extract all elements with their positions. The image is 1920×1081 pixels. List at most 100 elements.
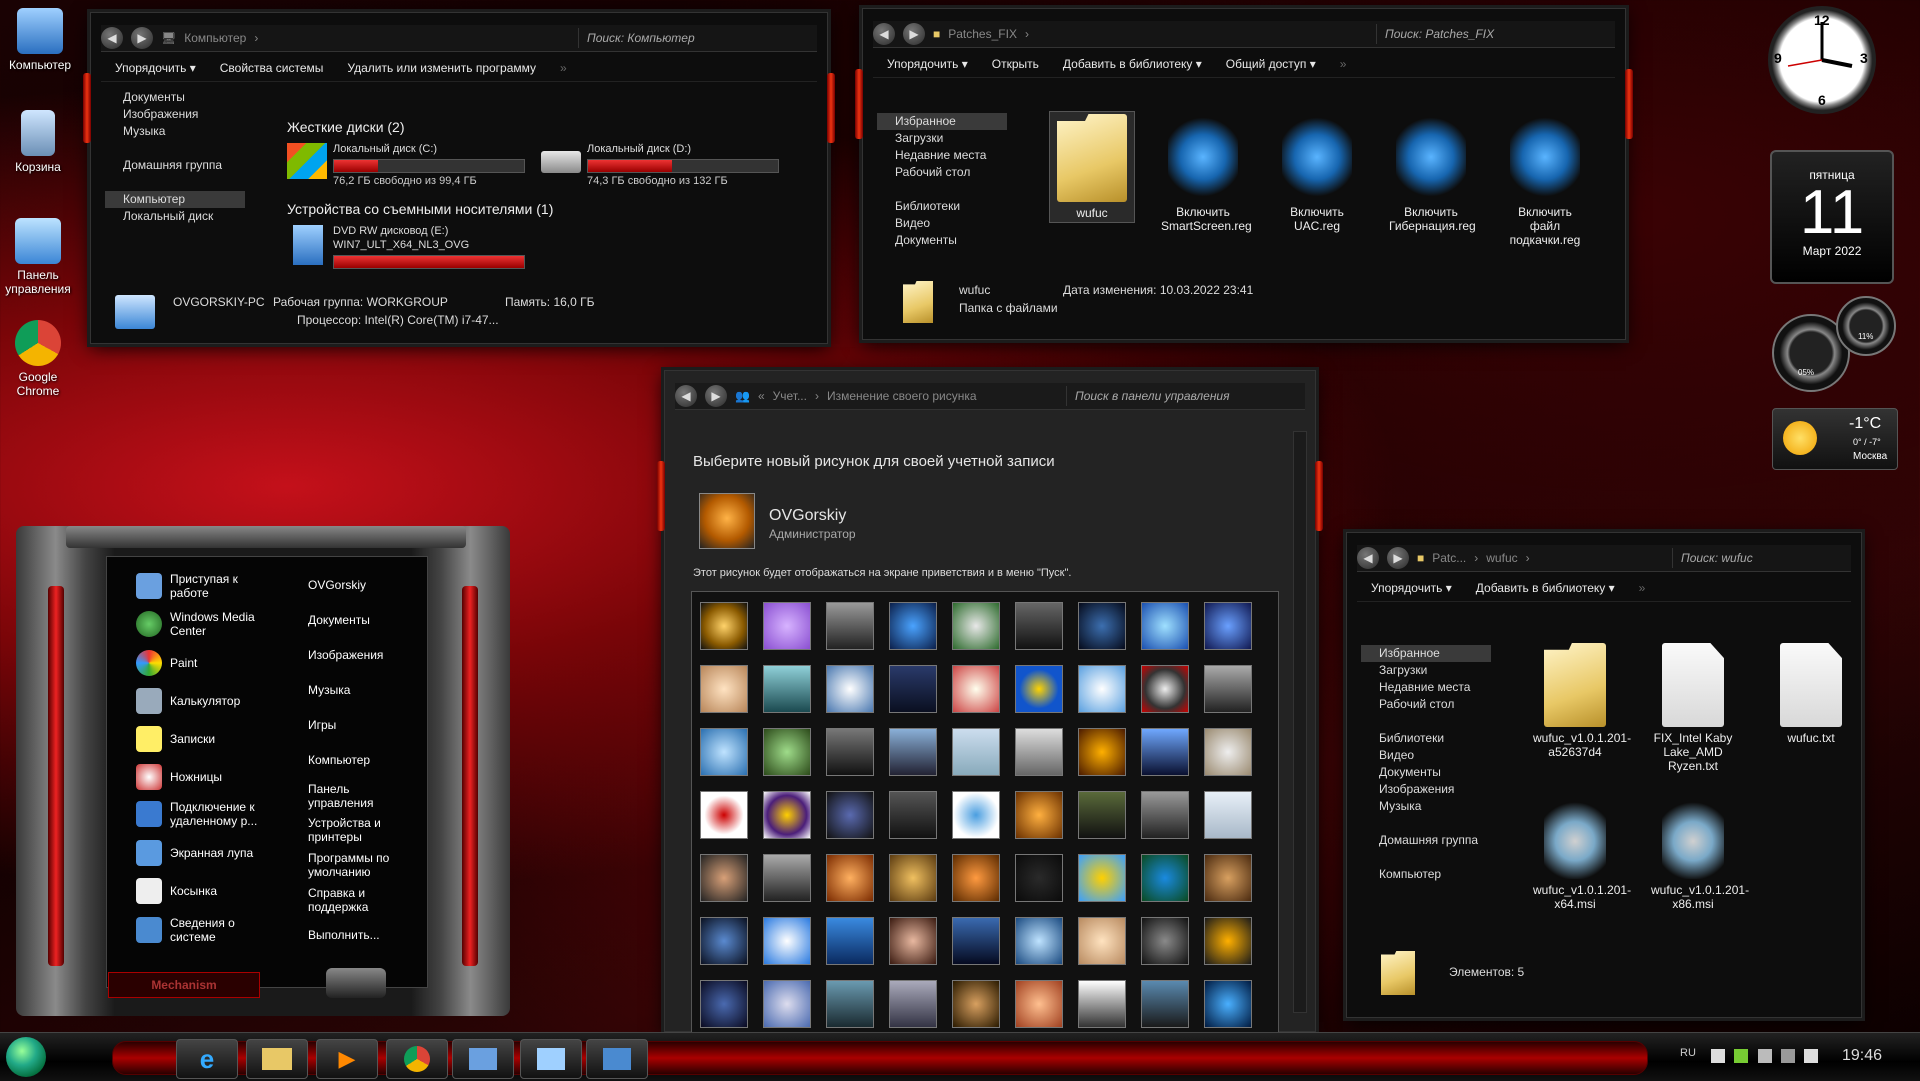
forward-button[interactable]: ▶ [131,27,153,49]
start-right-devices[interactable]: Устройства и принтеры [308,816,408,844]
avatar-tile[interactable] [889,917,937,965]
start-search-box[interactable]: Mechanism [108,972,260,998]
network-icon[interactable] [1757,1049,1772,1063]
avatar-tile[interactable] [1015,980,1063,1028]
avatar-tile[interactable] [763,917,811,965]
start-item-snipping-tool[interactable]: Ножницы [136,764,266,790]
nav-item-libraries[interactable]: Библиотеки [1361,730,1491,747]
nav-item-favorites[interactable]: Избранное [1361,645,1491,662]
open-button[interactable]: Открыть [992,57,1039,71]
desktop-icon-chrome[interactable]: Google Chrome [0,320,78,398]
avatar-tile[interactable] [1078,854,1126,902]
file-item-reg[interactable]: Включить файл подкачки.reg [1503,113,1587,247]
organize-button[interactable]: Упорядочить ▾ [887,57,968,71]
address-bar[interactable]: ◀ ▶ ■ Patches_FIX › Поиск: Patches_FIX [873,21,1615,48]
address-current[interactable]: wufuc [1486,551,1517,565]
nav-item-homegroup[interactable]: Домашняя группа [105,157,245,174]
avatar-tile[interactable] [826,980,874,1028]
avatar-tile[interactable] [889,791,937,839]
avatar-tile[interactable] [826,854,874,902]
avatar-tile[interactable] [700,665,748,713]
taskbar-control-panel[interactable] [586,1039,648,1079]
avatar-tile[interactable] [952,602,1000,650]
avatar-tile[interactable] [700,980,748,1028]
avatar-tile[interactable] [1204,665,1252,713]
breadcrumb-change-picture[interactable]: Изменение своего рисунка [827,389,977,403]
forward-button[interactable]: ▶ [1387,547,1409,569]
avatar-tile[interactable] [700,917,748,965]
nav-item-local-disk[interactable]: Локальный диск [105,208,245,225]
start-right-control-panel[interactable]: Панель управления [308,782,408,810]
avatar-tile[interactable] [1204,854,1252,902]
avatar-tile[interactable] [889,665,937,713]
avatar-tile[interactable] [700,854,748,902]
breadcrumb-accounts[interactable]: Учет... [773,389,807,403]
avatar-tile[interactable] [1141,602,1189,650]
start-item-sticky-notes[interactable]: Записки [136,726,266,752]
avatar-tile[interactable] [826,791,874,839]
start-item-getting-started[interactable]: Приступая к работе [136,572,266,600]
avatar-tile[interactable] [826,728,874,776]
language-indicator[interactable]: RU [1680,1047,1696,1059]
forward-button[interactable]: ▶ [705,385,727,407]
address-bar[interactable]: ◀ ▶ 👥 « Учет... › Изменение своего рисун… [675,383,1305,410]
start-right-default-programs[interactable]: Программы по умолчанию [308,851,408,879]
nav-item-downloads[interactable]: Загрузки [1361,662,1491,679]
avatar-tile[interactable] [700,602,748,650]
taskbar-chrome[interactable] [386,1039,448,1079]
start-right-music[interactable]: Музыка [308,683,408,697]
address-bar[interactable]: ◀ ▶ 🖥 Компьютер › Поиск: Компьютер [101,25,817,52]
avatar-tile[interactable] [826,917,874,965]
nav-item-recent[interactable]: Недавние места [877,147,1007,164]
start-right-pictures[interactable]: Изображения [308,648,408,662]
clock[interactable]: 19:46 [1842,1047,1882,1065]
forward-button[interactable]: ▶ [903,23,925,45]
nav-item-documents[interactable]: Документы [1361,764,1491,781]
desktop-icon-control-panel[interactable]: Панель управления [0,218,78,296]
taskbar-window-2[interactable] [520,1039,582,1079]
nav-item-video[interactable]: Видео [1361,747,1491,764]
drive-d[interactable]: Локальный диск (D:) 74,3 ГБ свободно из … [541,143,791,187]
avatar-tile[interactable] [1204,728,1252,776]
avatar-tile[interactable] [1078,728,1126,776]
start-right-run[interactable]: Выполнить... [308,928,408,942]
organize-button[interactable]: Упорядочить ▾ [1371,581,1452,595]
avatar-tile[interactable] [1015,917,1063,965]
share-button[interactable]: Общий доступ ▾ [1226,57,1316,71]
avatar-tile[interactable] [1141,665,1189,713]
nav-item-video[interactable]: Видео [877,215,1007,232]
clock-gadget[interactable]: 12 3 6 9 [1768,4,1878,130]
system-properties-button[interactable]: Свойства системы [220,61,324,75]
avatar-tile[interactable] [826,665,874,713]
nav-item-pictures[interactable]: Изображения [105,106,245,123]
weather-gadget[interactable]: -1°C 0° / -7° Москва [1772,408,1898,470]
nav-item-favorites[interactable]: Избранное [877,113,1007,130]
drive-c[interactable]: Локальный диск (C:) 76,2 ГБ свободно из … [287,143,537,187]
avatar-tile[interactable] [1141,854,1189,902]
avatar-tile[interactable] [1204,602,1252,650]
avatar-tile[interactable] [763,602,811,650]
avatar-tile[interactable] [1141,791,1189,839]
avatar-tile[interactable] [763,665,811,713]
file-item-folder[interactable]: wufuc_v1.0.1.201-a52637d4 [1533,643,1631,759]
file-item-reg[interactable]: Включить Гибернация.reg [1389,113,1476,233]
back-button[interactable]: ◀ [675,385,697,407]
back-button[interactable]: ◀ [1357,547,1379,569]
nav-item-downloads[interactable]: Загрузки [877,130,1007,147]
desktop-icon-computer[interactable]: Компьютер [0,8,80,72]
taskbar-window-1[interactable] [452,1039,514,1079]
usb-icon[interactable] [1781,1049,1796,1063]
avatar-tile[interactable] [889,728,937,776]
back-button[interactable]: ◀ [873,23,895,45]
start-item-remote-desktop[interactable]: Подключение к удаленному р... [136,800,266,828]
avatar-tile[interactable] [952,728,1000,776]
add-to-library-button[interactable]: Добавить в библиотеку ▾ [1063,57,1202,71]
taskbar-explorer[interactable] [246,1039,308,1079]
nav-item-desktop[interactable]: Рабочий стол [877,164,1007,181]
avatar-tile[interactable] [1015,791,1063,839]
vertical-scrollbar[interactable] [1293,431,1307,1013]
start-right-computer[interactable]: Компьютер [308,753,408,767]
nav-item-libraries[interactable]: Библиотеки [877,198,1007,215]
nav-item-music[interactable]: Музыка [105,123,245,140]
avatar-tile[interactable] [1015,728,1063,776]
